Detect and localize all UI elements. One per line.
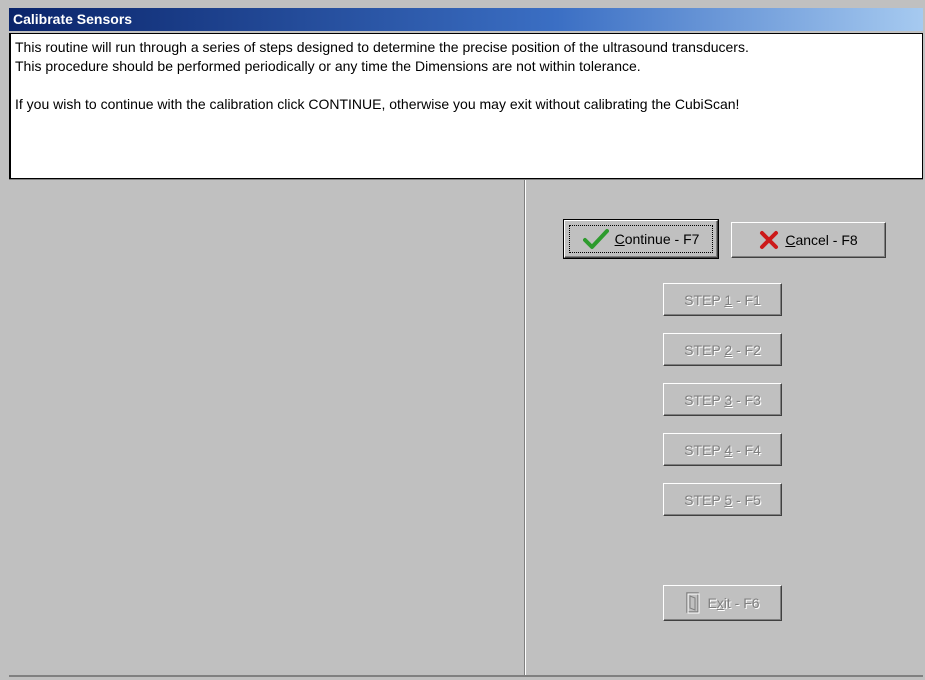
exit-button[interactable]: Exit - F6 bbox=[663, 585, 782, 621]
step-1-button[interactable]: STEP 1 - F1 bbox=[663, 283, 782, 316]
step-2-button[interactable]: STEP 2 - F2 bbox=[663, 333, 782, 366]
step-3-button[interactable]: STEP 3 - F3 bbox=[663, 383, 782, 416]
x-icon bbox=[759, 230, 779, 250]
exit-label: Exit - F6 bbox=[707, 595, 760, 611]
continue-button[interactable]: Continue - F7 bbox=[563, 219, 719, 259]
door-icon bbox=[685, 592, 701, 614]
step-5-label: STEP 5 - F5 bbox=[684, 491, 761, 508]
step-2-label: STEP 2 - F2 bbox=[684, 341, 761, 358]
cancel-label: Cancel - F8 bbox=[785, 232, 858, 248]
window-title: Calibrate Sensors bbox=[9, 8, 923, 31]
left-pane bbox=[9, 180, 524, 675]
instructions-panel: This routine will run through a series o… bbox=[9, 33, 923, 179]
cancel-button[interactable]: Cancel - F8 bbox=[731, 222, 886, 258]
step-4-button[interactable]: STEP 4 - F4 bbox=[663, 433, 782, 466]
step-4-label: STEP 4 - F4 bbox=[684, 441, 761, 458]
step-1-label: STEP 1 - F1 bbox=[684, 291, 761, 308]
instruction-line-3: If you wish to continue with the calibra… bbox=[15, 96, 740, 112]
instruction-line-1: This routine will run through a series o… bbox=[15, 39, 749, 55]
step-3-label: STEP 3 - F3 bbox=[684, 391, 761, 408]
step-5-button[interactable]: STEP 5 - F5 bbox=[663, 483, 782, 516]
instruction-line-2: This procedure should be performed perio… bbox=[15, 58, 641, 74]
calibrate-sensors-window: Calibrate Sensors This routine will run … bbox=[0, 0, 925, 680]
